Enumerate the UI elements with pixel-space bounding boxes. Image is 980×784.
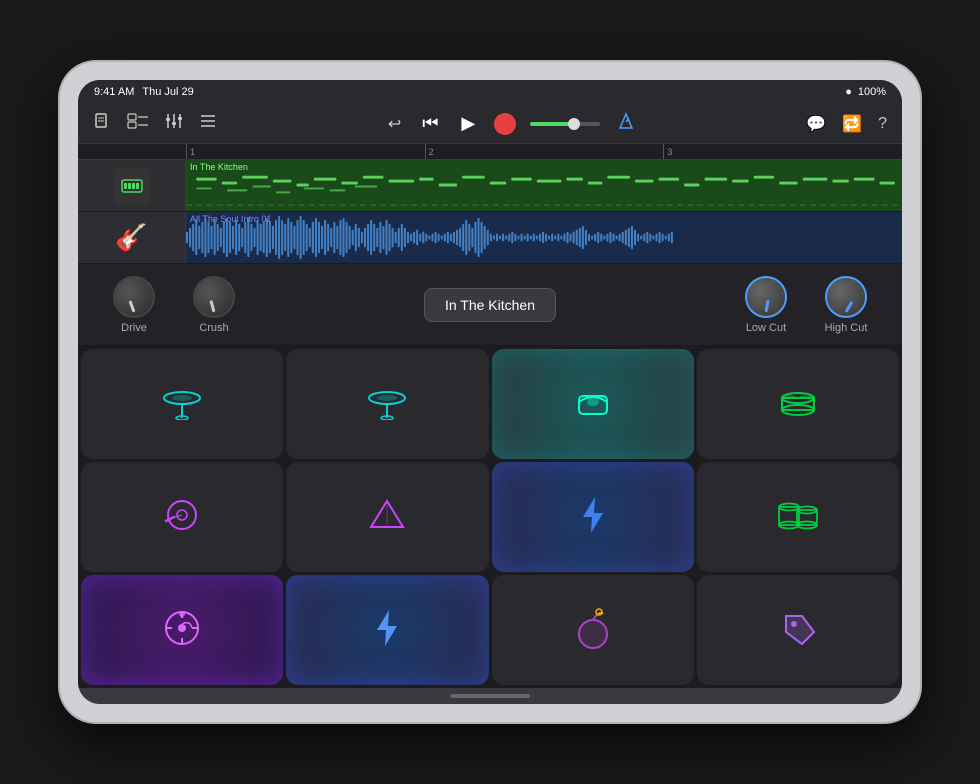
crush-knob[interactable] (193, 276, 235, 318)
pad-4[interactable] (697, 349, 899, 459)
undo-icon[interactable]: ↩ (385, 111, 404, 137)
waveform-svg: // Generate waveform bars via SVG (186, 212, 673, 263)
ruler-mark-2: 2 (425, 144, 664, 159)
low-cut-knob-indicator (765, 299, 770, 311)
crush-knob-indicator (209, 300, 215, 312)
drive-knob-indicator (128, 300, 135, 312)
spinner-icon (160, 606, 204, 655)
pad-5[interactable] (81, 462, 283, 572)
record-button[interactable] (494, 113, 516, 135)
preset-button-container: In The Kitchen (254, 288, 726, 322)
toolbar: ↩ ⏮ ▶ 💬 🔁 ? (78, 104, 902, 144)
low-cut-knob[interactable] (745, 276, 787, 318)
pad-7[interactable] (492, 462, 694, 572)
volume-knob[interactable] (568, 118, 580, 130)
midi-pattern-svg (186, 160, 902, 211)
status-left: 9:41 AM Thu Jul 29 (94, 86, 194, 98)
rewind-button[interactable]: ⏮ (418, 112, 442, 136)
bottom-scroll (78, 688, 902, 704)
scratch-icon (160, 497, 204, 538)
tag-icon (776, 606, 820, 655)
high-cut-knob-indicator (845, 300, 854, 312)
battery: 100% (858, 86, 886, 98)
lightning-icon-1 (575, 495, 611, 540)
tracks-icon[interactable] (124, 109, 152, 138)
ruler-marks: 1 2 3 (78, 144, 902, 159)
pad-3[interactable] (492, 349, 694, 459)
ruler-mark-3: 3 (663, 144, 902, 159)
high-cut-knob-group: High Cut (806, 276, 886, 334)
midi-track-header (78, 160, 186, 211)
pad-grid (78, 346, 902, 688)
pad-12[interactable] (697, 575, 899, 685)
midi-track-icon (113, 167, 151, 205)
pad-10[interactable] (286, 575, 488, 685)
device-frame: 9:41 AM Thu Jul 29 ● 100% (60, 62, 920, 722)
triangle-icon (365, 497, 409, 538)
low-cut-label: Low Cut (746, 322, 786, 334)
timeline-ruler: 1 2 3 (78, 144, 902, 160)
crush-knob-group: Crush (174, 276, 254, 334)
preset-name[interactable]: In The Kitchen (424, 288, 556, 322)
mixer-icon[interactable] (162, 109, 186, 138)
midi-track-row: In The Kitchen (78, 160, 902, 212)
volume-slider[interactable] (530, 122, 600, 126)
document-icon[interactable] (90, 109, 114, 138)
browser-icon[interactable] (196, 109, 220, 138)
pad-9[interactable] (81, 575, 283, 685)
low-cut-knob-group: Low Cut (726, 276, 806, 334)
cymbal-icon-1 (160, 384, 204, 425)
drive-label: Drive (121, 322, 147, 334)
status-right: ● 100% (845, 86, 886, 98)
scroll-indicator (450, 694, 530, 698)
audio-track-row: 🎸 All The Soul Intro 01 // Generate wave… (78, 212, 902, 264)
conga-icon (773, 497, 823, 538)
drive-knob-group: Drive (94, 276, 174, 334)
help-icon[interactable]: ? (875, 112, 890, 136)
time: 9:41 AM (94, 86, 134, 98)
status-bar: 9:41 AM Thu Jul 29 ● 100% (78, 80, 902, 104)
toolbar-right: 💬 🔁 ? (803, 111, 890, 137)
metronome-icon[interactable] (614, 109, 638, 138)
pad-11[interactable] (492, 575, 694, 685)
guitar-icon: 🎸 (115, 222, 147, 253)
chat-icon[interactable]: 💬 (803, 111, 829, 137)
pad-8[interactable] (697, 462, 899, 572)
loaf-icon (571, 384, 615, 425)
timeline-area: 1 2 3 (78, 144, 902, 264)
pad-1[interactable] (81, 349, 283, 459)
crush-label: Crush (199, 322, 228, 334)
loop-icon[interactable]: 🔁 (839, 111, 865, 137)
pad-2[interactable] (286, 349, 488, 459)
audio-track-content[interactable]: All The Soul Intro 01 // Generate wavefo… (186, 212, 902, 263)
pad-6[interactable] (286, 462, 488, 572)
midi-track-content[interactable]: In The Kitchen (186, 160, 902, 211)
high-cut-knob[interactable] (825, 276, 867, 318)
toolbar-left (90, 109, 220, 138)
ruler-mark-1: 1 (186, 144, 425, 159)
midi-track-bg: In The Kitchen (186, 160, 902, 211)
audio-track-bg: All The Soul Intro 01 // Generate wavefo… (186, 212, 902, 263)
lightning-icon-2 (369, 608, 405, 653)
high-cut-label: High Cut (825, 322, 868, 334)
controls-section: Drive Crush In The Kitchen Low Cut (78, 264, 902, 346)
toolbar-center: ↩ ⏮ ▶ (385, 109, 638, 138)
play-button[interactable]: ▶ (456, 112, 480, 136)
audio-track-header: 🎸 (78, 212, 186, 263)
drum-icon (776, 384, 820, 425)
wifi-icon: ● (845, 86, 852, 98)
drive-knob[interactable] (113, 276, 155, 318)
cymbal-icon-2 (365, 384, 409, 425)
date: Thu Jul 29 (142, 86, 193, 98)
device-screen: 9:41 AM Thu Jul 29 ● 100% (78, 80, 902, 704)
bomb-icon (571, 606, 615, 655)
